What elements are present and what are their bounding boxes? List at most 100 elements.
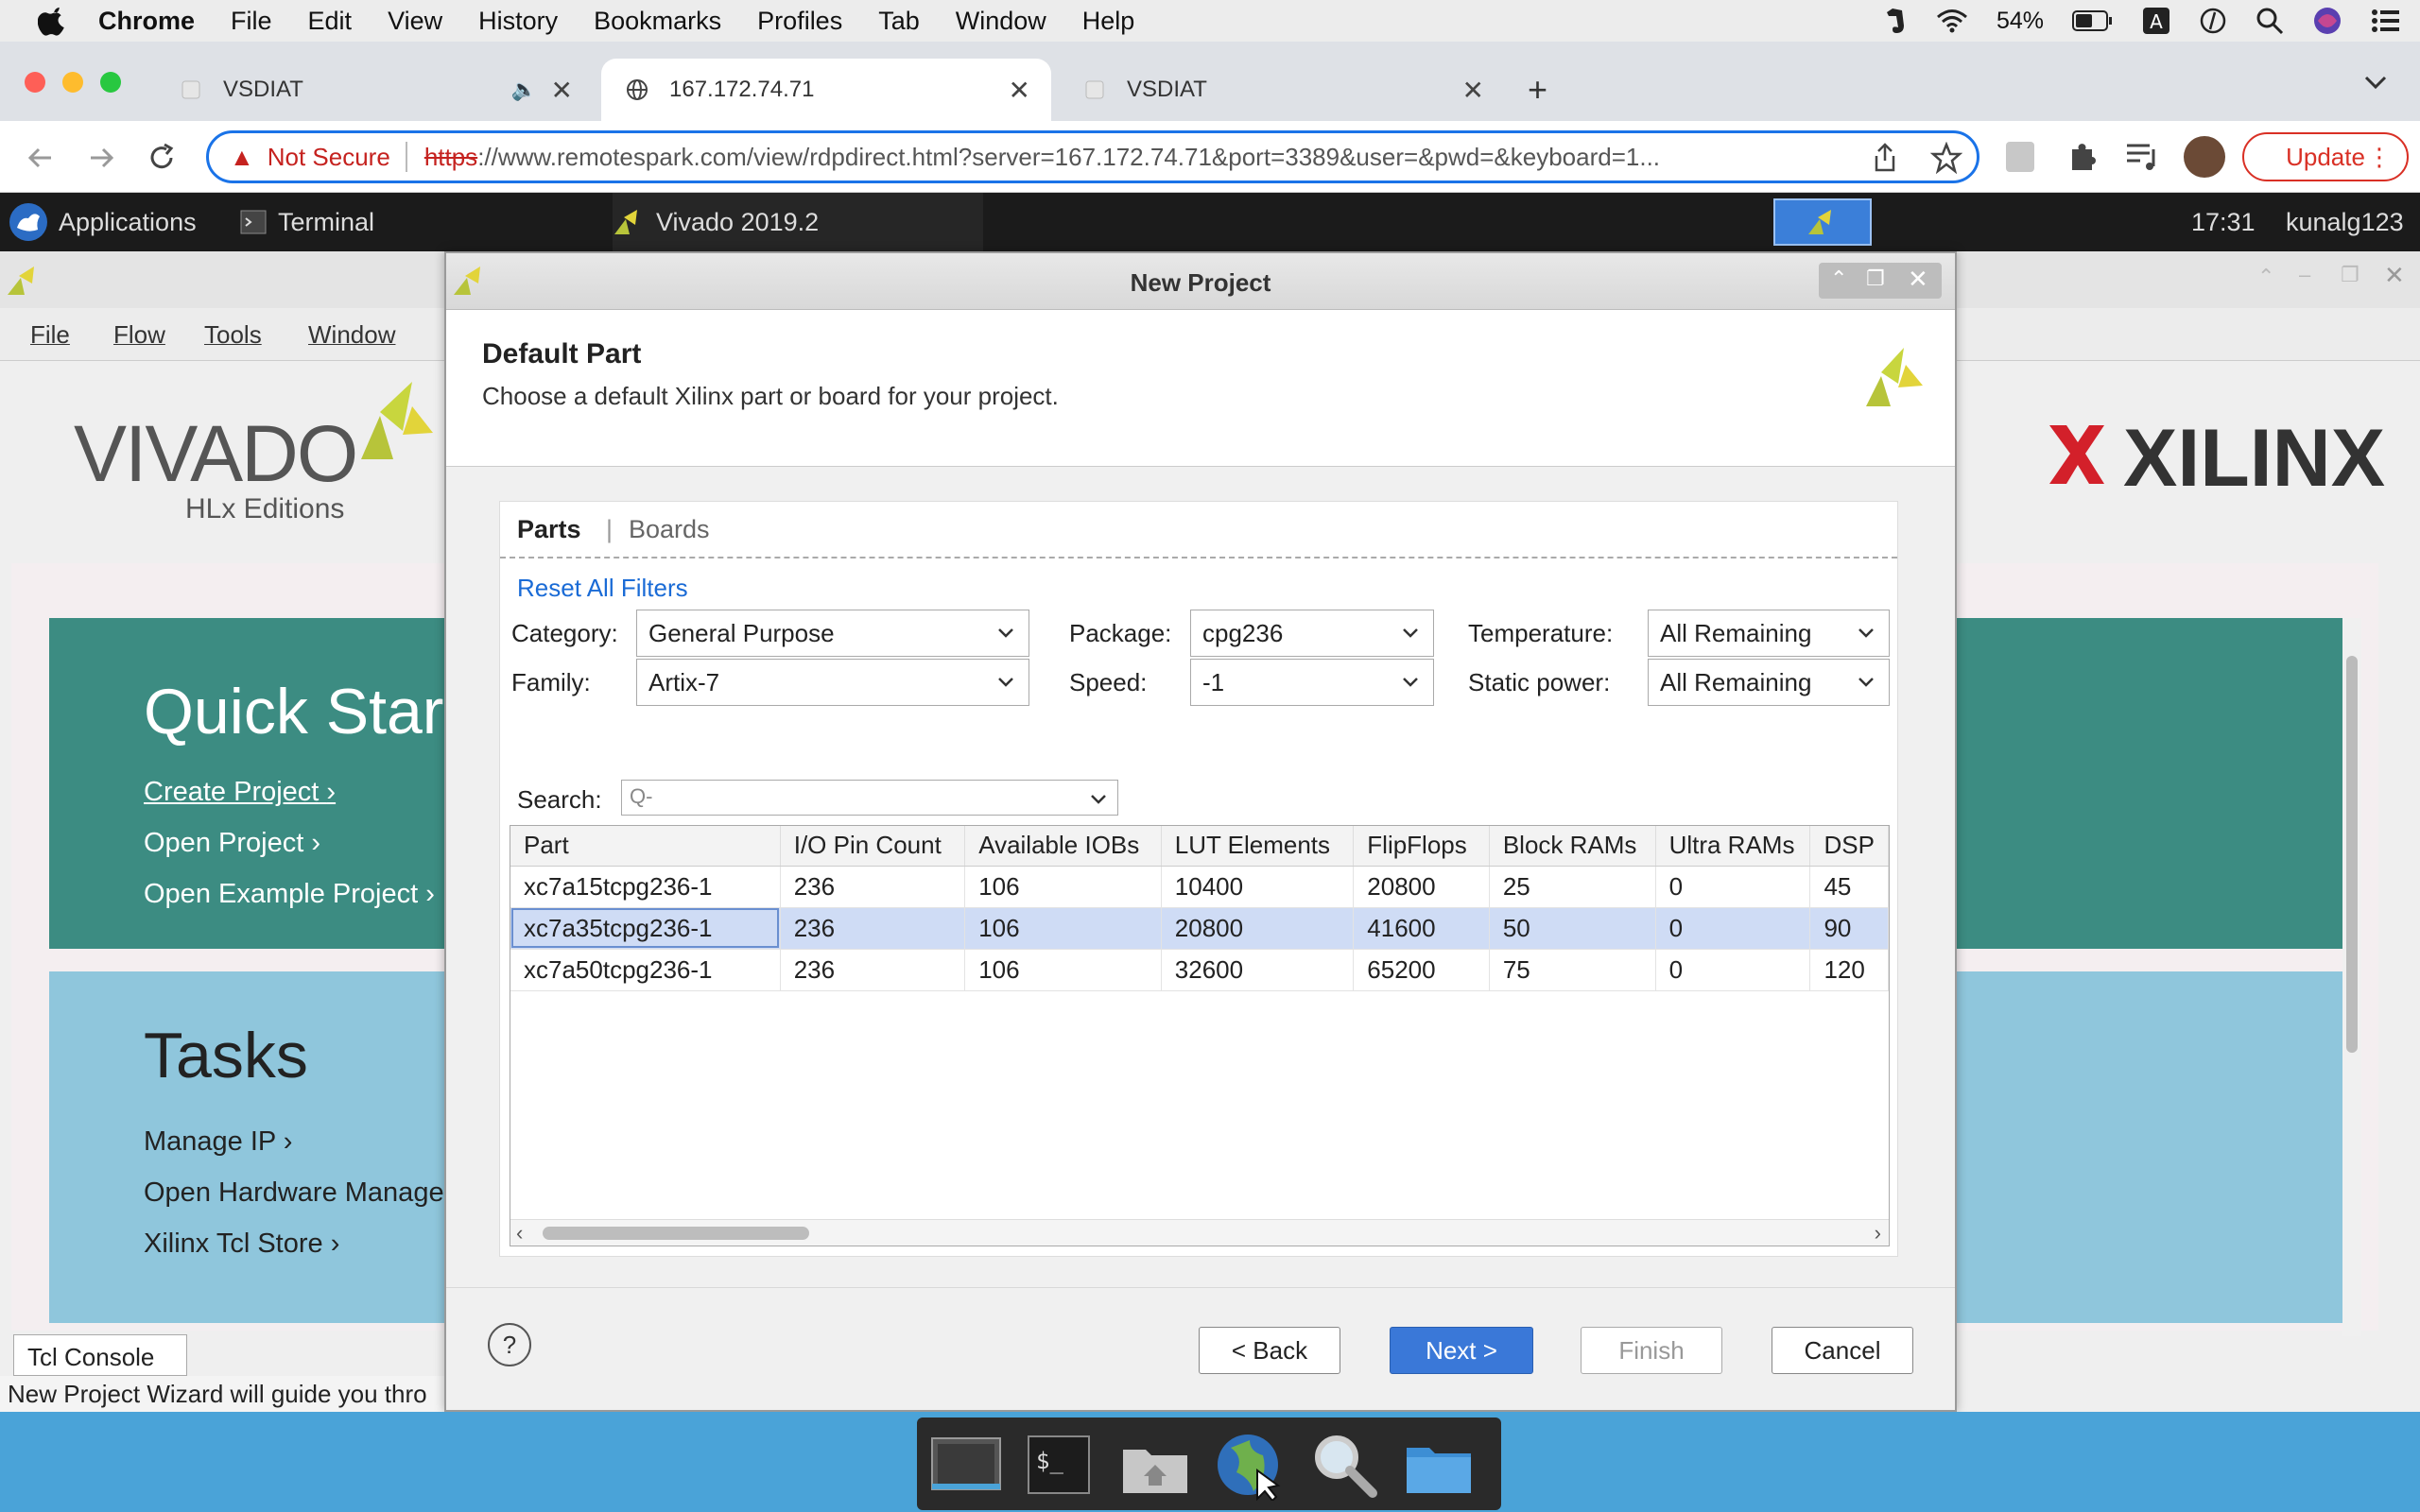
terminal-icon[interactable]: $_ [1021,1429,1097,1501]
vivado-menu-flow[interactable]: Flow [113,320,165,350]
scrollbar-thumb[interactable] [2346,656,2358,1053]
extension-icon[interactable] [2004,140,2036,174]
menu-window[interactable]: Window [956,7,1046,36]
window-up-icon[interactable]: ⌃ [2257,265,2274,289]
address-bar[interactable]: ▲ Not Secure https ://www.remotespark.co… [206,130,1979,183]
table-row[interactable]: xc7a50tcpg236-1 236 106 32600 65200 75 0… [510,949,1889,991]
vivado-menu-window[interactable]: Window [308,320,395,350]
bookmark-star-icon[interactable] [1930,142,1962,174]
column-header-dsp[interactable]: DSP [1809,826,1889,867]
vertical-scrollbar[interactable] [2342,618,2361,1336]
open-hardware-manager-link[interactable]: Open Hardware Manager [144,1177,453,1209]
siri-icon[interactable] [2312,6,2342,36]
create-project-link[interactable]: Create Project › [144,777,336,808]
next-button[interactable]: Next > [1390,1327,1533,1374]
package-dropdown[interactable]: cpg236 [1190,610,1434,657]
puzzle-icon[interactable] [2066,140,2099,174]
update-button[interactable]: Update ⋮ [2242,132,2409,181]
media-control-icon[interactable] [2125,142,2159,172]
applications-menu[interactable]: Applications [8,193,197,251]
back-button[interactable]: < Back [1199,1327,1340,1374]
column-header-lut-elements[interactable]: LUT Elements [1161,826,1355,867]
window-restore-icon[interactable]: ❐ [2341,263,2360,287]
battery-icon[interactable] [2072,9,2114,32]
close-tab-icon[interactable]: ✕ [1462,75,1484,106]
dialog-close-icon[interactable]: ✕ [1908,265,1928,294]
tcl-console-tab[interactable]: Tcl Console [13,1334,187,1376]
menu-bookmarks[interactable]: Bookmarks [594,7,721,36]
input-source-icon[interactable]: A [2142,7,2170,35]
column-header-part[interactable]: Part [510,826,781,867]
static-power-dropdown[interactable]: All Remaining [1648,659,1890,706]
minimize-window-button[interactable] [62,72,83,93]
search-input[interactable]: Q- [621,780,1118,816]
family-dropdown[interactable]: Artix-7 [636,659,1029,706]
tab-vsdiat-2[interactable]: VSDIAT ✕ [1059,59,1505,121]
manage-ip-link[interactable]: Manage IP › [144,1126,292,1158]
menu-help[interactable]: Help [1082,7,1135,36]
folder-icon[interactable] [1401,1429,1477,1501]
home-folder-icon[interactable] [1117,1429,1193,1501]
category-dropdown[interactable]: General Purpose [636,610,1029,657]
tab-search-icon[interactable] [2363,74,2388,95]
tab-vsdiat-1[interactable]: VSDIAT 🔈 ✕ [155,59,594,121]
vivado-menu-tools[interactable]: Tools [204,320,262,350]
control-center-icon[interactable] [2371,9,2401,33]
horizontal-scrollbar[interactable]: ‹ › [510,1219,1889,1246]
scroll-right-icon[interactable]: › [1875,1221,1881,1246]
open-example-project-link[interactable]: Open Example Project › [144,879,435,910]
close-tab-icon[interactable]: ✕ [1009,75,1030,106]
window-minimize-icon[interactable]: – [2299,263,2310,287]
clock-widget-icon[interactable] [2199,7,2227,35]
tab-boards[interactable]: Boards [629,515,710,544]
temperature-dropdown[interactable]: All Remaining [1648,610,1890,657]
speaker-icon[interactable]: 🔈 [511,77,537,102]
vivado-taskbar-item[interactable]: Vivado 2019.2 [613,193,983,251]
scroll-left-icon[interactable]: ‹ [516,1221,523,1246]
back-arrow-icon[interactable] [25,142,57,174]
tab-remote-ip[interactable]: 167.172.74.71 ✕ [601,59,1051,121]
share-icon[interactable] [1870,142,1900,174]
tab-parts[interactable]: Parts [517,515,581,544]
maximize-window-button[interactable] [100,72,121,93]
apple-icon[interactable] [38,5,70,37]
column-header-available-iobs[interactable]: Available IOBs [964,826,1162,867]
terminal-taskbar-item[interactable]: Terminal [240,193,374,251]
menu-edit[interactable]: Edit [308,7,353,36]
speed-dropdown[interactable]: -1 [1190,659,1434,706]
table-row-selected[interactable]: xc7a35tcpg236-1 236 106 20800 41600 50 0… [510,907,1889,950]
cancel-button[interactable]: Cancel [1772,1327,1913,1374]
close-tab-icon[interactable]: ✕ [551,75,573,106]
wifi-icon[interactable] [1936,9,1968,33]
vivado-menu-file[interactable]: File [30,320,70,350]
scrollbar-thumb[interactable] [543,1227,809,1240]
window-restore-icon[interactable]: ❐ [1866,266,1885,291]
xilinx-tcl-store-link[interactable]: Xilinx Tcl Store › [144,1228,339,1260]
web-browser-icon[interactable] [1212,1429,1288,1501]
menu-tab[interactable]: Tab [878,7,920,36]
menu-app-chrome[interactable]: Chrome [98,7,195,36]
window-close-icon[interactable]: ✕ [2384,261,2405,290]
menu-file[interactable]: File [231,7,272,36]
spotlight-icon[interactable] [2256,7,2284,35]
reset-all-filters-link[interactable]: Reset All Filters [517,574,688,603]
column-header-io-pin-count[interactable]: I/O Pin Count [780,826,966,867]
search-icon[interactable] [1306,1429,1382,1501]
new-tab-button[interactable]: + [1528,70,1547,110]
reload-icon[interactable] [146,142,178,174]
table-row[interactable]: xc7a15tcpg236-1 236 106 10400 20800 25 0… [510,866,1889,908]
finish-button[interactable]: Finish [1581,1327,1722,1374]
menu-profiles[interactable]: Profiles [757,7,842,36]
menu-history[interactable]: History [478,7,558,36]
menu-view[interactable]: View [388,7,442,36]
profile-avatar[interactable] [2184,136,2225,178]
column-header-block-rams[interactable]: Block RAMs [1489,826,1656,867]
show-desktop-icon[interactable] [928,1429,1004,1501]
workspace-switcher[interactable] [1773,198,1872,246]
window-up-icon[interactable]: ⌃ [1830,266,1847,291]
help-button[interactable]: ? [488,1323,531,1366]
chevron-down-icon[interactable] [1089,790,1108,809]
column-header-flipflops[interactable]: FlipFlops [1353,826,1490,867]
evernote-icon[interactable] [1883,7,1908,35]
column-header-ultra-rams[interactable]: Ultra RAMs [1655,826,1811,867]
